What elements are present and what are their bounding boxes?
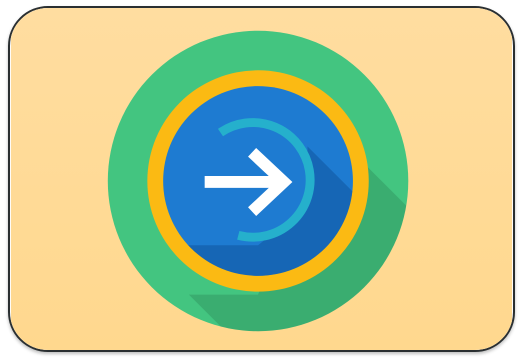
app-icon-graphic [10, 8, 513, 350]
icon-canvas [0, 0, 521, 360]
app-icon-tile[interactable] [8, 6, 515, 352]
